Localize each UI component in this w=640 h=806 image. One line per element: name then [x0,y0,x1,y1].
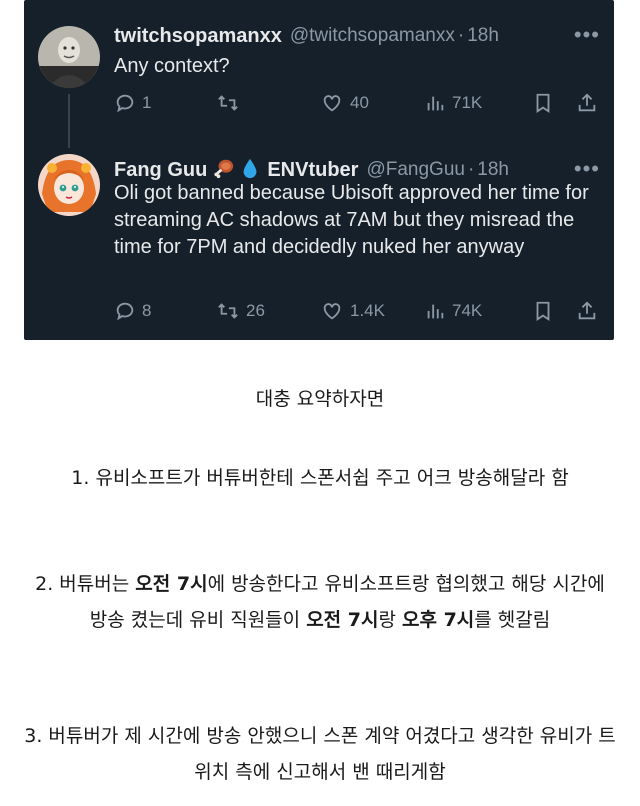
reply-button[interactable]: 1 [114,88,151,118]
retweet-button[interactable]: 26 [216,296,265,326]
avatar[interactable] [38,26,100,88]
summary-point-2-text: 2. 버튜버는 [35,573,136,595]
separator-dot: · [457,25,465,46]
views-chart-icon [424,92,446,114]
bookmark-button[interactable] [532,88,554,118]
tweet-actions: 1 40 71K [114,88,604,118]
tweet-text: Any context? [114,55,230,77]
display-name-suffix[interactable]: ENVtuber [267,159,358,182]
summary-point-1: 1. 유비소프트가 버튜버한테 스폰서쉽 주고 어크 방송해달라 함 [71,467,569,489]
separator-dot: · [467,159,475,180]
views-count: 71K [452,93,483,112]
summary-point-2-text: 를 헷갈림 [474,609,551,631]
timestamp[interactable]: 18h [477,159,509,181]
summary-heading: 대충 요약하자면 [255,388,385,410]
timestamp[interactable]: 18h [467,25,499,47]
share-icon [576,92,598,114]
share-icon [576,300,598,322]
display-name[interactable]: Fang Guu [114,159,207,182]
heart-icon [320,300,344,322]
views-button[interactable]: 71K [424,88,482,118]
tweet-actions: 8 26 1.4K 74K [114,296,604,326]
bookmark-button[interactable] [532,296,554,326]
thread-connector-line [68,94,70,148]
more-options-icon[interactable]: ••• [574,22,600,48]
retweet-icon [216,92,240,114]
reply-icon [114,92,136,114]
highlight-7pm: 오후 7시 [402,609,475,631]
reply-count: 1 [142,93,152,112]
display-name[interactable]: twitchsopamanxx [114,25,282,48]
summary-point-3: 3. 버튜버가 제 시간에 방송 안했으니 스폰 계약 어겼다고 생각한 유비가… [24,725,616,783]
heart-icon [320,92,344,114]
reply-button[interactable]: 8 [114,296,151,326]
reply-icon [114,300,136,322]
reply-count: 8 [142,301,152,320]
tweet-header: twitchsopamanxx @twitchsopamanxx · 18h •… [114,22,604,50]
avatar[interactable] [38,154,100,216]
bookmark-icon [532,300,554,322]
views-chart-icon [424,300,446,322]
views-count: 74K [452,301,483,320]
like-button[interactable]: 40 [320,88,369,118]
share-button[interactable] [576,88,598,118]
bookmark-icon [532,92,554,114]
more-options-icon[interactable]: ••• [574,156,600,182]
retweet-count: 26 [246,301,265,320]
user-handle[interactable]: @FangGuu [366,159,465,181]
tweet-thread-card: twitchsopamanxx @twitchsopamanxx · 18h •… [24,0,614,340]
views-button[interactable]: 74K [424,296,482,326]
summary-point-2: 2. 버튜버는 오전 7시에 방송한다고 유비소프트랑 협의했고 해당 시간에 … [0,566,640,638]
retweet-button[interactable] [216,88,246,118]
like-count: 40 [350,93,369,112]
retweet-icon [216,300,240,322]
share-button[interactable] [576,296,598,326]
tweet-text: Oli got banned because Ubisoft approved … [114,182,589,258]
like-count: 1.4K [350,301,385,320]
highlight-7am: 오전 7시 [306,609,379,631]
highlight-7am: 오전 7시 [135,573,208,595]
like-button[interactable]: 1.4K [320,296,385,326]
summary-point-2-text: 랑 [378,609,402,631]
user-handle[interactable]: @twitchsopamanxx [290,25,455,47]
